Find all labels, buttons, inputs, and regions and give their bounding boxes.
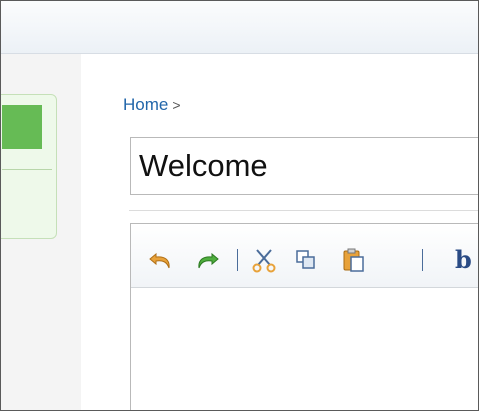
sidebar-item-active[interactable] bbox=[2, 105, 42, 149]
top-header-bar bbox=[1, 1, 478, 54]
breadcrumb-separator: > bbox=[172, 97, 181, 113]
toolbar-separator bbox=[237, 249, 238, 271]
breadcrumb: Home > bbox=[123, 95, 181, 115]
bold-button[interactable]: b bbox=[455, 246, 472, 274]
sidebar-divider bbox=[2, 169, 52, 170]
sidebar-panel bbox=[1, 94, 57, 239]
redo-icon[interactable] bbox=[193, 246, 221, 274]
undo-icon[interactable] bbox=[147, 246, 175, 274]
breadcrumb-home-link[interactable]: Home bbox=[123, 95, 168, 114]
paste-icon[interactable] bbox=[340, 246, 368, 274]
rich-text-editor: b bbox=[130, 223, 478, 410]
copy-icon[interactable] bbox=[292, 246, 320, 274]
app-frame: Home > Welcome b bbox=[0, 0, 479, 411]
cut-icon[interactable] bbox=[250, 246, 278, 274]
page-title-input[interactable] bbox=[130, 137, 478, 195]
toolbar-separator bbox=[422, 249, 423, 271]
editor-content-area[interactable] bbox=[131, 288, 478, 410]
divider bbox=[129, 210, 478, 211]
editor-toolbar: b bbox=[131, 224, 478, 288]
